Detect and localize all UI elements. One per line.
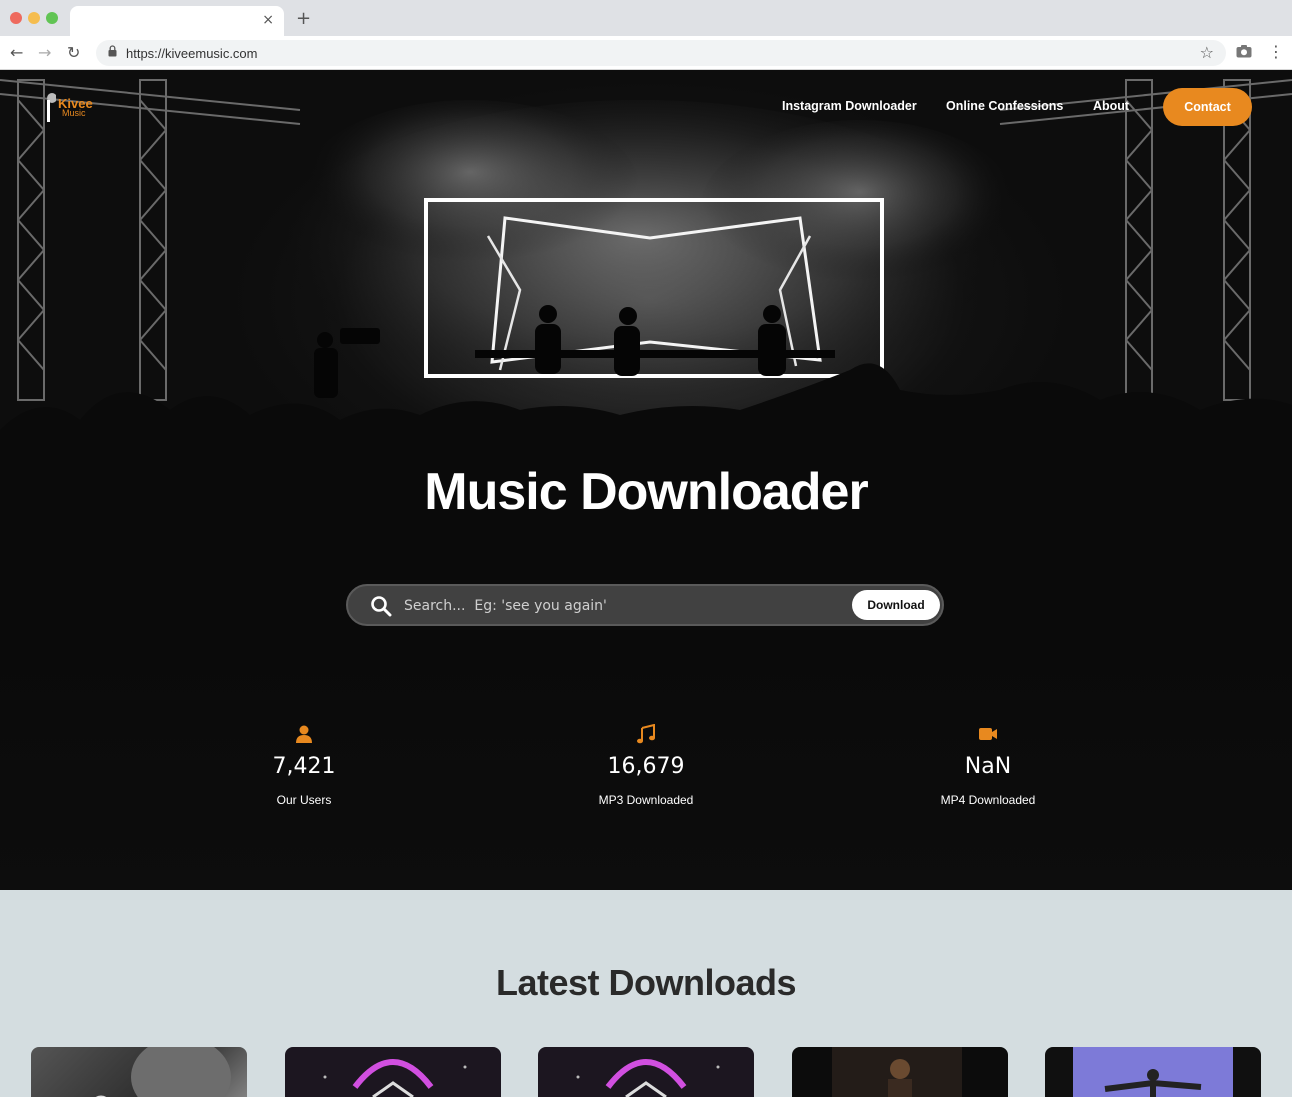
window-minimize-icon[interactable]	[28, 12, 40, 24]
download-card[interactable]	[1045, 1047, 1261, 1097]
microphone-logo-icon	[47, 93, 56, 122]
window-close-icon[interactable]	[10, 12, 22, 24]
site-logo[interactable]: Kivee Music	[44, 92, 114, 122]
hero-section: Kivee Music Instagram Downloader Online …	[0, 70, 1292, 890]
latest-downloads-section: Latest Downloads	[0, 890, 1292, 1097]
stat-label: MP4 Downloaded	[940, 793, 1036, 807]
download-card[interactable]	[285, 1047, 501, 1097]
forward-icon[interactable]: →	[38, 43, 51, 62]
browser-tabstrip: × +	[0, 0, 1292, 36]
search-input[interactable]	[404, 595, 824, 617]
logo-subtitle: Music	[62, 108, 86, 118]
browser-menu-icon[interactable]: ⋮	[1268, 42, 1284, 61]
stat-label: Our Users	[276, 793, 332, 807]
lock-icon	[108, 45, 117, 57]
card-thumbnail-image	[323, 1059, 467, 1097]
download-card[interactable]	[538, 1047, 754, 1097]
card-thumbnail-image	[832, 1047, 962, 1097]
card-thumbnail-image	[576, 1059, 720, 1097]
page-title: Music Downloader	[424, 463, 868, 521]
back-icon[interactable]: ←	[10, 43, 23, 62]
tab-close-icon[interactable]: ×	[262, 12, 274, 28]
user-icon	[296, 725, 312, 743]
stat-mp3: 16,679 MP3 Downloaded	[546, 724, 746, 807]
stat-mp4: NaN MP4 Downloaded	[888, 724, 1088, 807]
new-tab-icon[interactable]: +	[296, 8, 311, 29]
nav-about[interactable]: About	[1093, 99, 1129, 113]
card-thumbnail-image	[95, 1047, 231, 1097]
search-icon	[371, 596, 392, 617]
stat-label: MP3 Downloaded	[598, 793, 694, 807]
nav-instagram-downloader[interactable]: Instagram Downloader	[782, 99, 917, 113]
url-text: https://kiveemusic.com	[126, 46, 258, 61]
music-note-icon	[637, 724, 655, 744]
search-bar: Download	[346, 584, 944, 626]
stat-value: 16,679	[607, 754, 685, 779]
stat-users: 7,421 Our Users	[204, 724, 404, 807]
download-card[interactable]	[792, 1047, 1008, 1097]
section-title: Latest Downloads	[495, 962, 797, 1003]
download-button[interactable]: Download	[852, 590, 940, 620]
stat-value: NaN	[964, 754, 1012, 779]
download-card[interactable]	[31, 1047, 247, 1097]
browser-tab[interactable]: ×	[70, 6, 284, 36]
bookmark-star-icon[interactable]: ☆	[1200, 43, 1214, 62]
stat-value: 7,421	[272, 754, 336, 779]
contact-button[interactable]: Contact	[1163, 88, 1252, 126]
screenshot-camera-icon[interactable]	[1236, 44, 1252, 58]
reload-icon[interactable]: ↻	[67, 43, 80, 62]
address-bar[interactable]: https://kiveemusic.com ☆	[96, 40, 1226, 66]
card-thumbnail-image	[1073, 1047, 1233, 1097]
browser-toolbar: ← → ↻ https://kiveemusic.com ☆ ⋮	[0, 36, 1292, 70]
video-camera-icon	[979, 728, 997, 740]
nav-online-confessions[interactable]: Online Confessions	[946, 99, 1063, 113]
window-maximize-icon[interactable]	[46, 12, 58, 24]
